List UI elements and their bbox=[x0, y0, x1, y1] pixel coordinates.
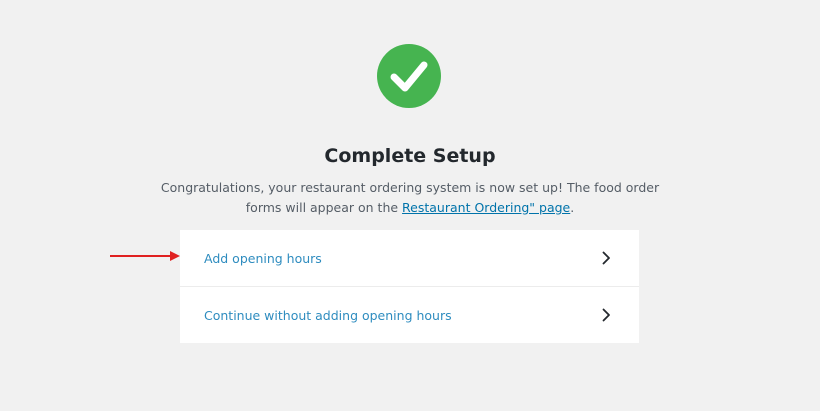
chevron-right-icon bbox=[602, 251, 611, 265]
checkmark-icon bbox=[390, 61, 428, 92]
chevron-right-icon bbox=[602, 308, 611, 322]
option-label: Add opening hours bbox=[204, 250, 322, 266]
continue-without-opening-hours-option[interactable]: Continue without adding opening hours bbox=[180, 286, 639, 343]
add-opening-hours-option[interactable]: Add opening hours bbox=[180, 230, 639, 286]
option-label: Continue without adding opening hours bbox=[204, 307, 452, 323]
restaurant-ordering-page-link[interactable]: Restaurant Ordering" page bbox=[402, 200, 570, 215]
setup-options: Add opening hours Continue without addin… bbox=[180, 230, 639, 343]
description-suffix: . bbox=[570, 200, 575, 215]
setup-description: Congratulations, your restaurant orderin… bbox=[150, 178, 670, 218]
red-arrow-icon bbox=[110, 251, 180, 261]
check-circle-icon bbox=[377, 44, 441, 108]
page-title: Complete Setup bbox=[324, 145, 496, 167]
